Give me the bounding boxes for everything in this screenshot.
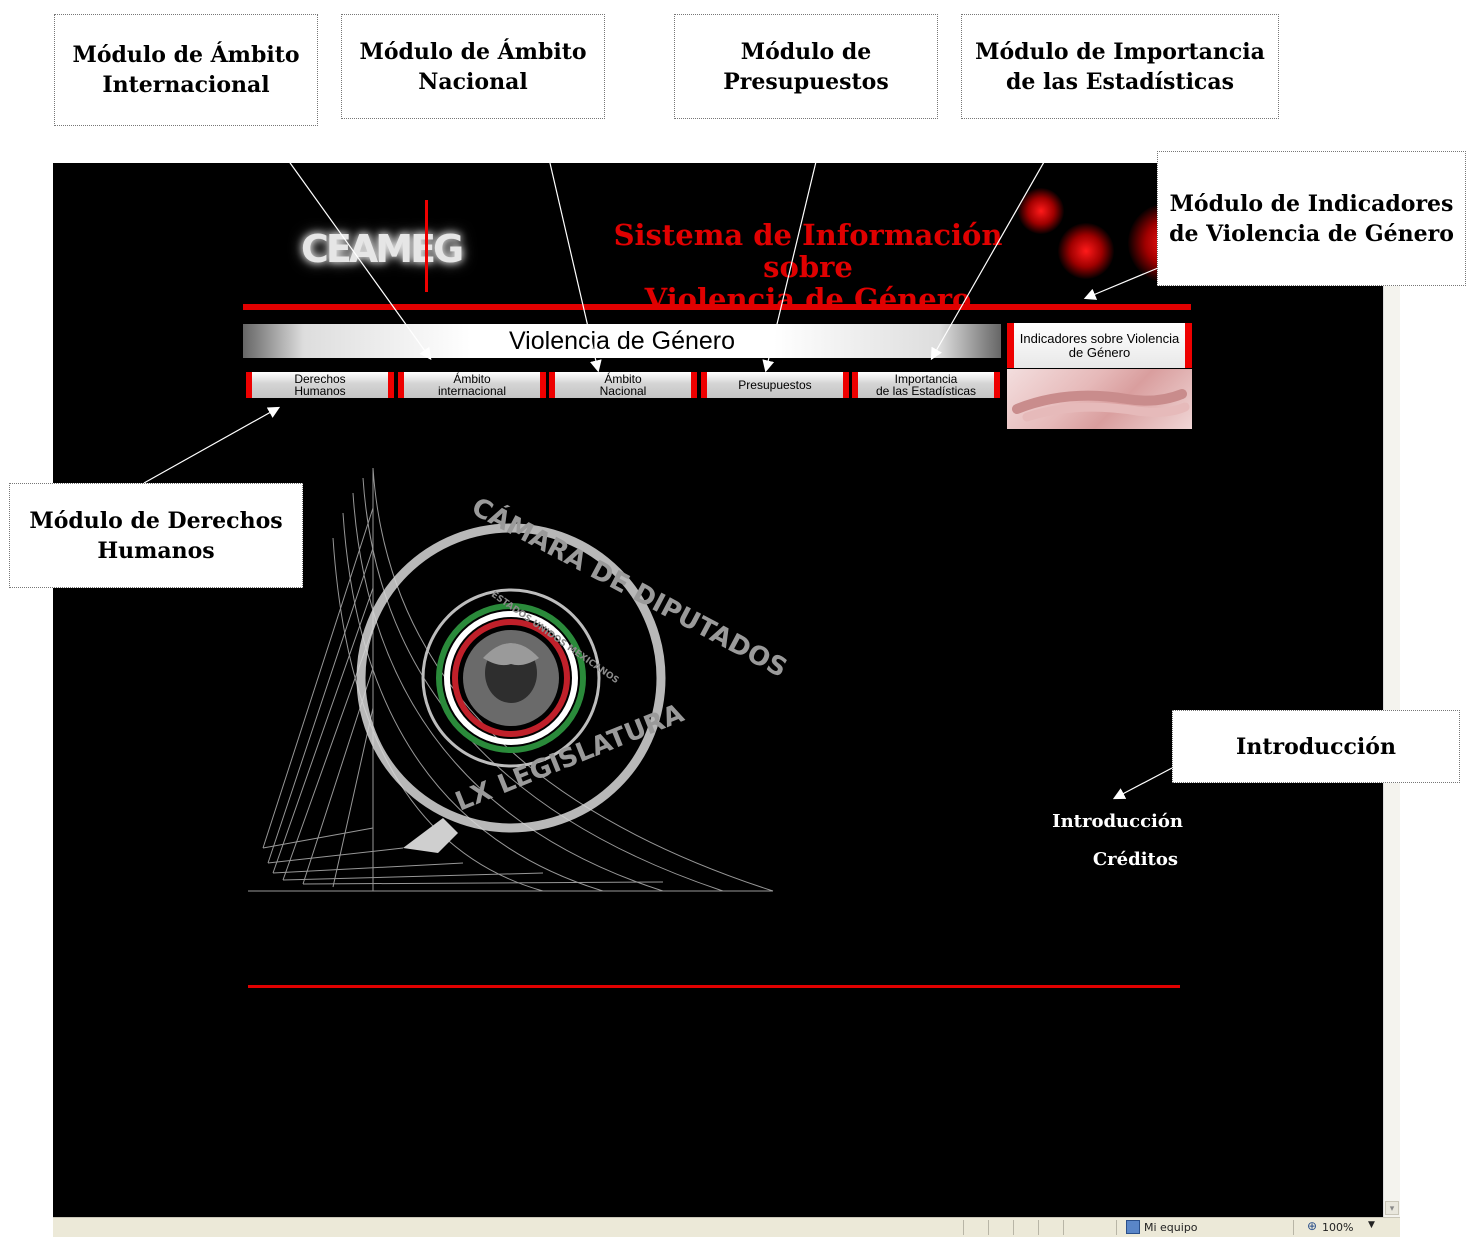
- hands-icon: [1012, 389, 1190, 422]
- status-bar: Mi equipo ⊕ 100% ▼: [53, 1217, 1400, 1237]
- nav-label-line2: Nacional: [599, 384, 647, 398]
- site-title-line1: Sistema de Información sobre: [613, 218, 1003, 284]
- header-red-rule: [243, 304, 1191, 310]
- header-divider: [425, 200, 428, 292]
- callout-internacional: Módulo de Ámbito Internacional: [54, 14, 318, 126]
- nav-ambito-internacional-button[interactable]: Ámbito internacional: [398, 372, 546, 398]
- site-title: Sistema de Información sobre Violencia d…: [573, 219, 1043, 315]
- callout-indicadores: Módulo de Indicadores de Violencia de Gé…: [1157, 151, 1466, 286]
- intro-link[interactable]: Introducción: [1023, 811, 1183, 832]
- nav-label-line1: Presupuestos: [738, 378, 812, 392]
- ceameg-logo[interactable]: CEAMEG: [301, 219, 464, 279]
- callout-derechos: Módulo de Derechos Humanos: [9, 483, 303, 588]
- status-divider: [1063, 1220, 1064, 1235]
- footer-red-rule: [248, 985, 1180, 988]
- status-divider: [963, 1220, 964, 1235]
- nav-ambito-nacional-button[interactable]: Ámbito Nacional: [549, 372, 697, 398]
- zoom-dropdown-icon[interactable]: ▼: [1368, 1220, 1375, 1230]
- nav-presupuestos-button[interactable]: Presupuestos: [701, 372, 849, 398]
- section-banner: Violencia de Género: [243, 324, 1001, 358]
- hands-photo[interactable]: [1007, 369, 1192, 429]
- callout-estadisticas: Módulo de Importancia de las Estadística…: [961, 14, 1279, 119]
- nav-importancia-estadisticas-button[interactable]: Importancia de las Estadísticas: [852, 372, 1000, 398]
- scroll-down-arrow-icon[interactable]: ▾: [1385, 1201, 1399, 1215]
- nav-derechos-humanos-button[interactable]: Derechos Humanos: [246, 372, 394, 398]
- zoom-icon[interactable]: ⊕: [1307, 1219, 1317, 1233]
- page-viewport: CEAMEG Sistema de Información sobre Viol…: [53, 163, 1383, 1217]
- nav-label-line2: internacional: [437, 384, 507, 398]
- status-divider: [1116, 1220, 1117, 1235]
- indicators-button[interactable]: Indicadores sobre Violencia de Género: [1007, 323, 1192, 368]
- callout-introduccion: Introducción: [1172, 710, 1460, 783]
- nav-label-line2: de las Estadísticas: [875, 384, 977, 398]
- nav-label-line2: Humanos: [294, 384, 346, 398]
- callout-nacional: Módulo de Ámbito Nacional: [341, 14, 605, 119]
- status-divider: [1013, 1220, 1014, 1235]
- site-title-line2: Violencia de Género: [644, 282, 972, 316]
- callout-presupuestos: Módulo de Presupuestos: [674, 14, 938, 119]
- status-divider: [1293, 1220, 1294, 1235]
- status-divider: [1038, 1220, 1039, 1235]
- red-glow-decoration: [1058, 223, 1114, 279]
- credits-link[interactable]: Créditos: [1023, 849, 1178, 870]
- status-divider: [988, 1220, 989, 1235]
- vertical-scrollbar[interactable]: ▾: [1383, 163, 1400, 1217]
- zoom-level[interactable]: 100%: [1322, 1221, 1353, 1234]
- security-zone-label: Mi equipo: [1144, 1221, 1198, 1234]
- computer-icon: [1126, 1220, 1140, 1234]
